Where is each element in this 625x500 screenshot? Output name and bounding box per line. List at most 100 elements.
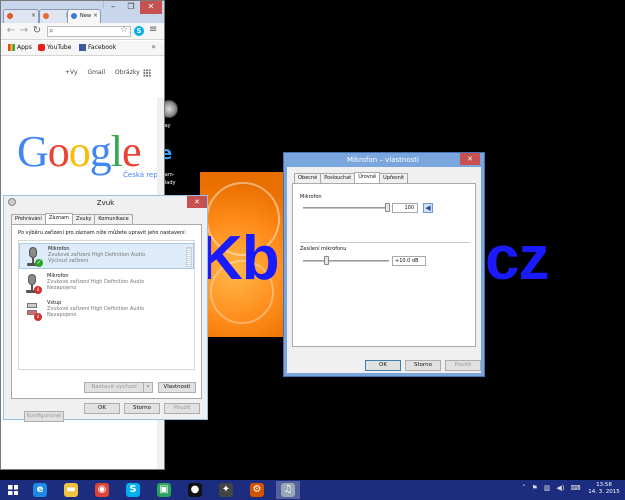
device-status: Nezapojeno [47, 285, 77, 291]
google-country-label: Česká rep [123, 171, 158, 179]
record-icon: ● [188, 483, 202, 497]
boost-slider-track[interactable] [303, 260, 389, 262]
microphone-level-value[interactable]: 100 [392, 203, 418, 213]
tab-listen[interactable]: Poslouchat [320, 173, 356, 183]
ok-button[interactable]: OK [365, 360, 401, 371]
dialog-title: Mikrofon – vlastnosti [346, 156, 419, 164]
sound-dialog: Zvuk ✕ Přehrávání Záznam Zvuky Komunikac… [3, 195, 208, 422]
menu-icon[interactable]: ≡ [149, 24, 157, 35]
taskbar-app-explorer[interactable]: ▬ [59, 481, 83, 499]
minimize-icon[interactable]: – [104, 1, 122, 14]
google-logo-letter: o [68, 127, 91, 176]
tab-favicon-icon [7, 13, 13, 19]
forward-arrow-icon[interactable]: → [18, 25, 30, 37]
unplugged-icon: ↓ [34, 286, 42, 294]
taskbar-app-ie[interactable]: e [28, 481, 52, 499]
tab-general[interactable]: Obecné [294, 173, 322, 183]
clock[interactable]: 13:58 14. 3. 2015 [587, 482, 621, 496]
close-icon[interactable]: ✕ [140, 1, 162, 14]
cancel-button[interactable]: Storno [124, 403, 160, 414]
taskbar-app-counter-strike[interactable]: ✦ [214, 481, 238, 499]
dialog-body: Obecné Poslouchat Úrovně Upřesnit Mikrof… [287, 167, 481, 373]
recording-panel: Po výběru zařízení pro záznam níže můžet… [11, 224, 202, 422]
system-tray: ˄ ⚑ ▥ ◀) ⌨ [522, 484, 581, 492]
reload-icon[interactable]: ↻ [31, 25, 43, 37]
google-apps-icon[interactable] [143, 69, 151, 77]
apply-button[interactable]: Použít [445, 360, 481, 371]
tab-playback[interactable]: Přehrávání [11, 214, 46, 224]
tab-label: New [80, 13, 91, 19]
taskbar-app-record[interactable]: ● [183, 481, 207, 499]
browser-tab[interactable]: × [3, 9, 39, 23]
back-arrow-icon[interactable]: ← [5, 25, 17, 37]
boost-slider-thumb[interactable] [323, 256, 329, 265]
speaker-icon[interactable]: ◀ [423, 203, 433, 213]
bookmark-apps[interactable]: Apps [8, 44, 32, 51]
taskbar-app-store[interactable]: ▣ [152, 481, 176, 499]
microphone-slider-track[interactable] [303, 207, 389, 209]
taskbar-app-game[interactable]: ⚙ [245, 481, 269, 499]
boost-label: Zesílení mikrofonu [300, 246, 347, 252]
address-bar-input[interactable]: ⌕ ☆ [47, 25, 131, 37]
device-status: Výchozí zařízení [48, 258, 89, 264]
start-button[interactable] [0, 480, 26, 500]
default-check-icon: ✓ [35, 259, 43, 267]
list-item[interactable]: ✓ Mikrofon Zvukové zařízení High Definit… [19, 243, 194, 269]
close-icon[interactable]: ✕ [187, 196, 207, 208]
list-item[interactable]: ↓ Vstup Zvukové zařízení High Definition… [19, 298, 194, 324]
chrome-icon: ◉ [95, 483, 109, 497]
device-status: Nezapojeno [47, 312, 77, 318]
tab-advanced[interactable]: Upřesnit [379, 173, 409, 183]
bookmarks-overflow-icon[interactable]: » [151, 42, 156, 51]
cancel-button[interactable]: Storno [405, 360, 441, 371]
explorer-icon: ▬ [64, 483, 78, 497]
taskbar-app-sound[interactable]: ♫ [276, 481, 300, 499]
ok-button[interactable]: OK [84, 403, 120, 414]
configure-button[interactable]: Konfigurovat [24, 411, 64, 422]
divider [300, 242, 470, 243]
properties-button[interactable]: Vlastnosti [158, 382, 196, 393]
google-logo-letter: e [122, 127, 142, 176]
skype-extension-icon[interactable]: S [134, 26, 144, 36]
keyboard-icon[interactable]: ⌨ [571, 484, 581, 492]
counter-strike-icon: ✦ [219, 483, 233, 497]
tab-communication[interactable]: Komunikace [94, 214, 133, 224]
window-controls: – ❐ ✕ [104, 1, 162, 15]
gmail-link[interactable]: Gmail [88, 69, 106, 76]
browser-tab-active[interactable]: New × [67, 9, 101, 23]
flag-icon[interactable]: ⚑ [532, 484, 538, 492]
images-link[interactable]: Obrázky [115, 69, 140, 76]
set-default-button[interactable]: Nastavit výchozí [84, 382, 144, 393]
tab-recording[interactable]: Záznam [44, 213, 74, 224]
boost-value: +10.0 dB [392, 256, 426, 266]
close-icon[interactable]: ✕ [460, 153, 480, 165]
close-tab-icon[interactable]: × [93, 12, 98, 19]
tab-sounds[interactable]: Zvuky [72, 214, 96, 224]
bookmarks-bar: Apps YouTube Facebook » [1, 41, 164, 56]
google-logo-letter: l [110, 127, 123, 176]
microphone-slider-thumb[interactable] [385, 203, 390, 212]
close-tab-icon[interactable]: × [31, 12, 36, 19]
list-item[interactable]: ↓ Mikrofon Zvukové zařízení High Definit… [19, 271, 194, 297]
volume-icon[interactable]: ◀) [556, 484, 564, 492]
tab-strip: × × New × – ❐ ✕ [1, 1, 164, 23]
bookmark-facebook[interactable]: Facebook [79, 44, 116, 51]
bookmark-star-icon[interactable]: ☆ [120, 25, 128, 35]
chevron-down-icon[interactable]: ▾ [143, 382, 153, 393]
microphone-properties-dialog: Mikrofon – vlastnosti ✕ Obecné Posloucha… [283, 152, 485, 377]
windows-logo-icon [8, 485, 18, 495]
sound-tabs: Přehrávání Záznam Zvuky Komunikace [11, 213, 133, 224]
arrow-up-icon[interactable]: ˄ [522, 484, 526, 492]
network-icon[interactable]: ▥ [544, 484, 551, 492]
bookmark-youtube[interactable]: YouTube [38, 44, 71, 51]
skype-icon: S [126, 483, 140, 497]
clock-date: 14. 3. 2015 [588, 489, 620, 495]
browser-toolbar: ← → ↻ ⌕ ☆ S ≡ [1, 23, 164, 40]
dialog-title: Zvuk [96, 199, 115, 207]
google-plus-link[interactable]: +Vy [65, 69, 78, 76]
restore-icon[interactable]: ❐ [122, 1, 140, 14]
tab-levels[interactable]: Úrovně [354, 172, 381, 183]
taskbar-app-chrome[interactable]: ◉ [90, 481, 114, 499]
apply-button[interactable]: Použít [164, 403, 200, 414]
taskbar-app-skype[interactable]: S [121, 481, 145, 499]
